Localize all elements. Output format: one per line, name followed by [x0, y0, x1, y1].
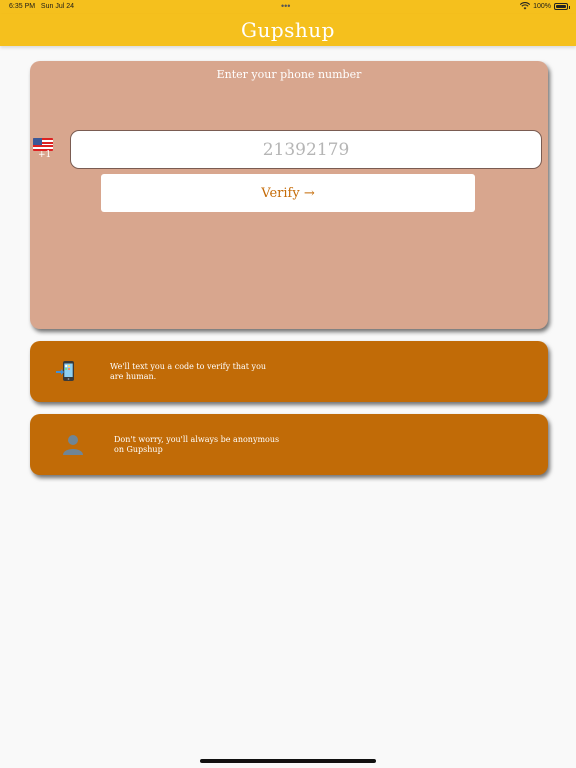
status-time: 6:35 PM: [9, 3, 36, 10]
battery-percent: 100%: [533, 2, 551, 10]
home-indicator[interactable]: [200, 759, 376, 763]
status-time-date: 6:35 PM Sun Jul 24: [9, 3, 74, 10]
phone-prompt: Enter your phone number: [216, 68, 362, 81]
app-header: Gupshup: [0, 14, 576, 46]
anonymous-info-text: Don't worry, you'll always be anonymous …: [114, 435, 280, 454]
battery-icon: [554, 2, 570, 10]
app-title: Gupshup: [241, 18, 335, 42]
person-icon: [63, 435, 83, 455]
multitasking-dots[interactable]: •••: [281, 1, 290, 11]
phone-icon: [56, 361, 74, 381]
code-info-text: We'll text you a code to verify that you…: [110, 362, 267, 381]
status-bar: 6:35 PM Sun Jul 24 ••• 100%: [0, 0, 576, 14]
anonymous-info-card: Don't worry, you'll always be anonymous …: [30, 414, 548, 475]
verify-button[interactable]: Verify →: [101, 174, 475, 212]
wifi-icon: [520, 2, 531, 10]
code-info-card: We'll text you a code to verify that you…: [30, 341, 548, 402]
status-date: Sun Jul 24: [40, 3, 75, 10]
status-right: 100%: [520, 2, 570, 10]
country-code[interactable]: +1: [38, 150, 51, 160]
phone-entry-card: Enter your phone number +1 21392179 Veri…: [30, 61, 548, 329]
phone-number-input[interactable]: 21392179: [70, 130, 542, 169]
